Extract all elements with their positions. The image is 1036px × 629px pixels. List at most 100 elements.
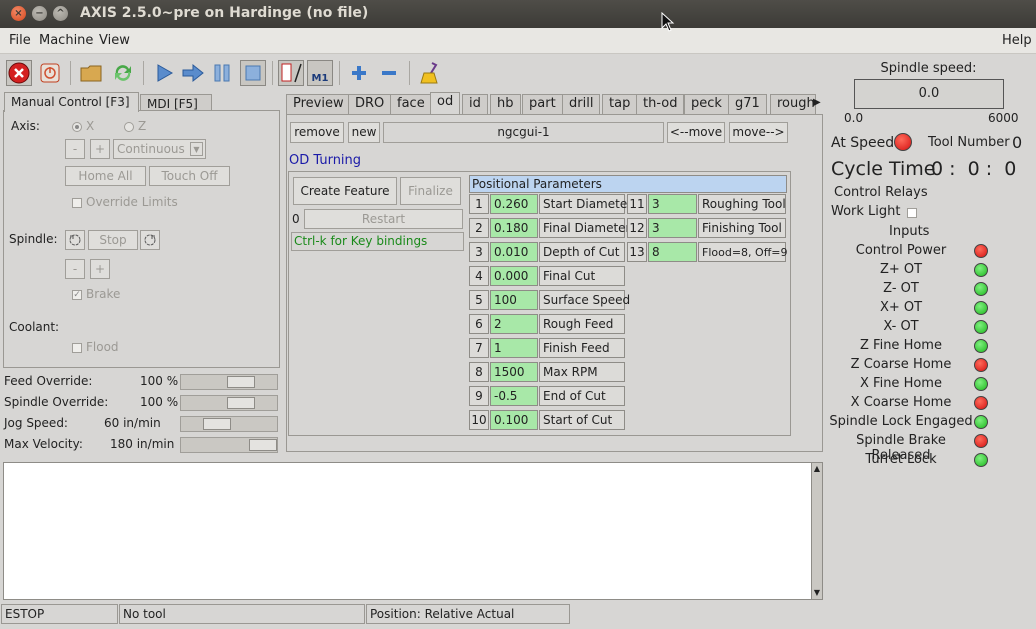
param-value-field[interactable]: 0.010: [490, 242, 538, 262]
clear-plot-button[interactable]: [417, 60, 443, 86]
zoom-in-button[interactable]: [346, 60, 372, 86]
new-button[interactable]: new: [348, 122, 380, 143]
param-value-field[interactable]: -0.5: [490, 386, 538, 406]
spindle-stop-button[interactable]: Stop: [88, 230, 138, 250]
slider-handle[interactable]: [227, 397, 255, 409]
tool-number-label: Tool Number: [928, 135, 1010, 150]
move-left-button[interactable]: <--move: [667, 122, 725, 143]
folder-icon: [80, 65, 102, 82]
tab-th-od[interactable]: th-od: [636, 94, 685, 114]
zoom-out-button[interactable]: [376, 60, 402, 86]
message-scrollbar[interactable]: ▲ ▼: [811, 462, 823, 600]
minimize-window-button[interactable]: −: [32, 6, 47, 21]
menu-machine[interactable]: Machine: [39, 33, 93, 48]
spindle-reverse-button[interactable]: [65, 230, 85, 250]
tab-hb[interactable]: hb: [490, 94, 521, 114]
slider-handle[interactable]: [203, 418, 231, 430]
block-delete-toggle[interactable]: [278, 60, 304, 86]
tab-preview[interactable]: Preview: [286, 94, 351, 114]
brake-checkbox[interactable]: ✓ Brake: [72, 287, 120, 301]
menu-help[interactable]: Help: [1002, 33, 1032, 48]
param-name: Start Diameter: [539, 194, 632, 214]
tab-scroll-right-icon[interactable]: ▶: [813, 94, 822, 112]
spindle-slower-button[interactable]: -: [65, 259, 85, 279]
tab-face[interactable]: face: [390, 94, 432, 114]
menu-view[interactable]: View: [99, 33, 130, 48]
tab-rough[interactable]: rough: [770, 94, 816, 114]
override-limits-checkbox[interactable]: Override Limits: [72, 195, 178, 209]
max-velocity-slider[interactable]: [180, 437, 278, 453]
param-name: Flood=8, Off=9: [698, 242, 788, 262]
param-value-field[interactable]: 1: [490, 338, 538, 358]
create-feature-button[interactable]: Create Feature: [293, 177, 397, 205]
param-value-field[interactable]: 8: [648, 242, 697, 262]
message-text-area[interactable]: [3, 462, 813, 600]
tab-part[interactable]: part: [522, 94, 563, 114]
open-file-button[interactable]: [78, 60, 104, 86]
slider-handle[interactable]: [249, 439, 277, 451]
home-all-button[interactable]: Home All: [65, 166, 146, 186]
estop-button[interactable]: [6, 60, 32, 86]
run-button[interactable]: [151, 60, 177, 86]
tab-g71[interactable]: g71: [728, 94, 767, 114]
axis-z-radio[interactable]: Z: [124, 119, 146, 133]
tab-id[interactable]: id: [462, 94, 488, 114]
at-speed-led: [894, 133, 912, 151]
stop-program-button[interactable]: [240, 60, 266, 86]
spindle-faster-button[interactable]: +: [90, 259, 110, 279]
tab-manual-control[interactable]: Manual Control [F3]: [4, 92, 139, 112]
param-value-field[interactable]: 1500: [490, 362, 538, 382]
pause-button[interactable]: [210, 60, 236, 86]
page-name-entry[interactable]: ngcgui-1: [383, 122, 664, 143]
reload-file-button[interactable]: [110, 60, 136, 86]
input-led: [974, 282, 988, 296]
scroll-down-icon[interactable]: ▼: [812, 587, 822, 599]
jog-minus-button[interactable]: -: [65, 139, 85, 159]
param-value-field[interactable]: 0.000: [490, 266, 538, 286]
work-light-checkbox[interactable]: [907, 208, 917, 218]
spindle-override-slider[interactable]: [180, 395, 278, 411]
param-value-field[interactable]: 2: [490, 314, 538, 334]
touch-off-button[interactable]: Touch Off: [149, 166, 230, 186]
close-window-button[interactable]: ×: [11, 6, 26, 21]
machine-power-button[interactable]: [37, 60, 63, 86]
menu-file[interactable]: File: [9, 33, 31, 48]
jog-increment-select[interactable]: Continuous ▼: [113, 139, 206, 159]
restart-button[interactable]: Restart: [304, 209, 463, 229]
param-value-field[interactable]: 0.180: [490, 218, 538, 238]
param-value-field[interactable]: 3: [648, 218, 697, 238]
pause-icon: [214, 64, 230, 82]
param-value-field[interactable]: 100: [490, 290, 538, 310]
scroll-up-icon[interactable]: ▲: [812, 463, 822, 475]
finalize-button[interactable]: Finalize: [400, 177, 461, 205]
move-right-button[interactable]: move-->: [729, 122, 788, 143]
optional-stop-toggle[interactable]: M1: [307, 60, 333, 86]
tab-drill[interactable]: drill: [562, 94, 601, 114]
input-label: Turret Lock: [865, 452, 937, 467]
param-value-field[interactable]: 0.260: [490, 194, 538, 214]
param-value-field[interactable]: 0.100: [490, 410, 538, 430]
step-button[interactable]: [180, 60, 206, 86]
tab-dro[interactable]: DRO: [348, 94, 392, 114]
tool-number-value: 0: [1012, 133, 1023, 152]
tab-od[interactable]: od: [430, 92, 461, 114]
coolant-label: Coolant:: [9, 320, 60, 334]
spindle-forward-button[interactable]: [140, 230, 160, 250]
status-estop: ESTOP: [1, 604, 118, 624]
key-bindings-hint: Ctrl-k for Key bindings: [291, 232, 464, 251]
input-led: [974, 244, 988, 258]
jog-plus-button[interactable]: +: [90, 139, 110, 159]
maximize-window-button[interactable]: ^: [53, 6, 68, 21]
flood-checkbox[interactable]: Flood: [72, 340, 119, 354]
remove-button[interactable]: remove: [290, 122, 344, 143]
tab-peck[interactable]: peck: [684, 94, 729, 114]
section-title: OD Turning: [289, 153, 362, 168]
jog-speed-slider[interactable]: [180, 416, 278, 432]
param-value-field[interactable]: 3: [648, 194, 697, 214]
feed-override-slider[interactable]: [180, 374, 278, 390]
param-name: Surface Speed: [539, 290, 630, 310]
axis-x-radio[interactable]: X: [72, 119, 94, 133]
tab-tap[interactable]: tap: [602, 94, 638, 114]
slider-handle[interactable]: [227, 376, 255, 388]
param-number: 12: [627, 218, 647, 238]
